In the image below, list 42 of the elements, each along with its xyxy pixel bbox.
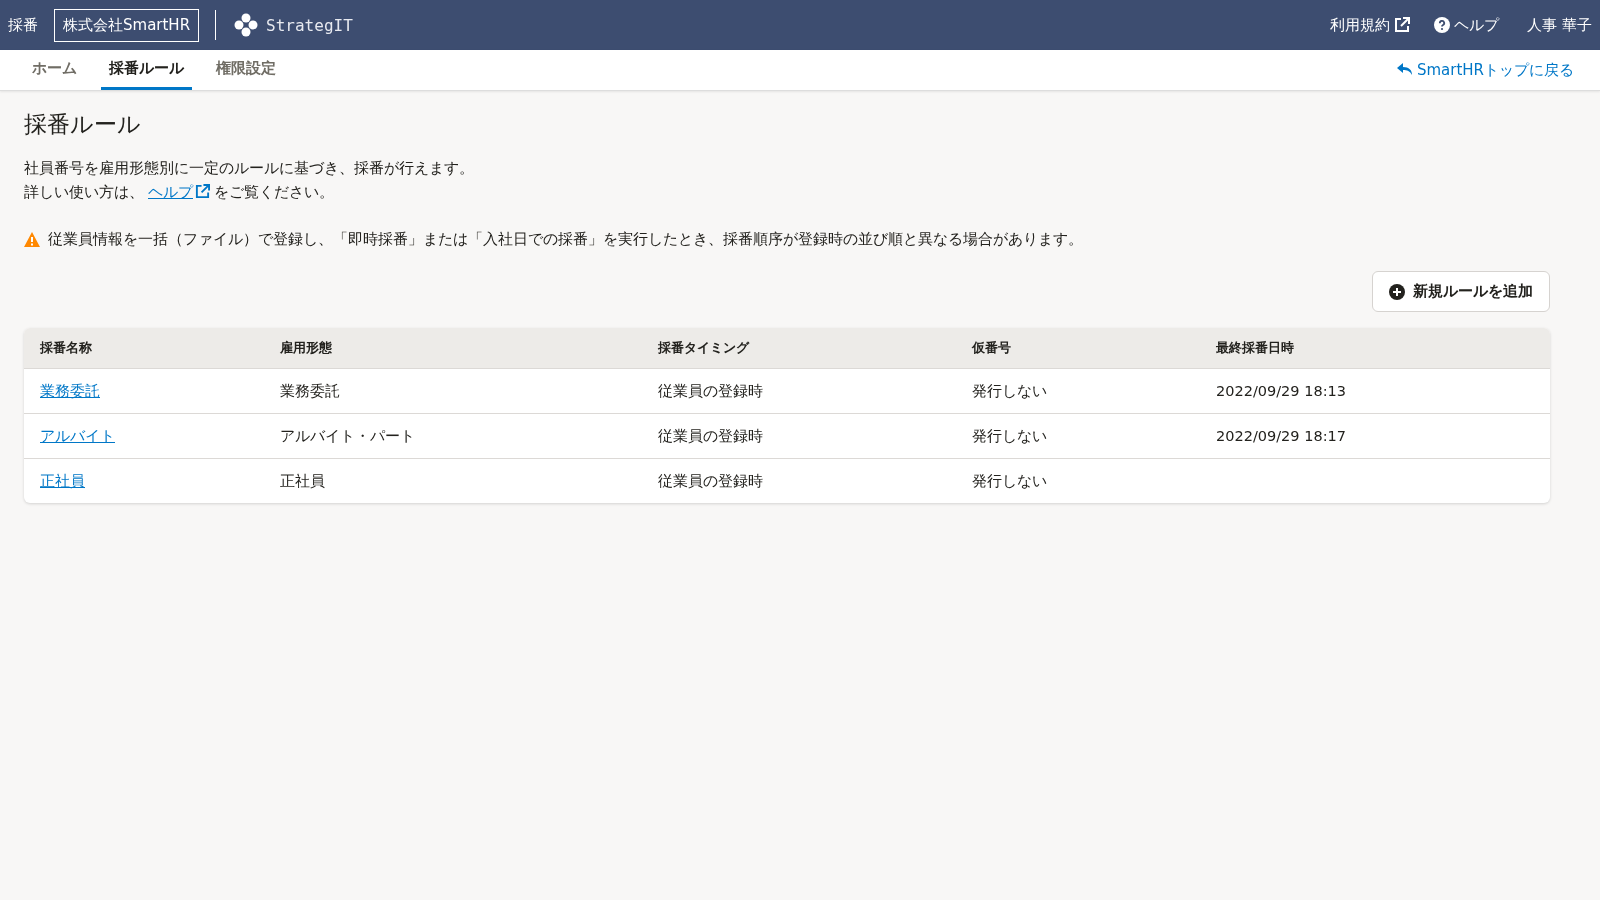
column-header: 採番タイミング: [658, 339, 751, 357]
help-icon: [1434, 17, 1451, 33]
table-cell: 従業員の登録時: [658, 381, 763, 401]
rule-link[interactable]: 業務委託: [40, 381, 100, 401]
column-header: 仮番号: [972, 339, 1012, 357]
app-name: 採番: [8, 15, 38, 35]
table-cell: 従業員の登録時: [658, 426, 763, 446]
external-link-icon: [195, 184, 210, 199]
nav-tab[interactable]: ホーム: [24, 50, 85, 90]
header-link[interactable]: 利用規約: [1330, 15, 1411, 35]
nav-tab[interactable]: 採番ルール: [101, 50, 192, 90]
table-cell: 業務委託: [280, 381, 340, 401]
table-cell: 2022/09/29 18:13: [1216, 383, 1346, 399]
reply-arrow-icon: [1396, 63, 1413, 77]
page-title: 採番ルール: [24, 110, 142, 139]
plus-circle-icon: [1389, 283, 1405, 300]
table-cell: 従業員の登録時: [658, 471, 763, 491]
column-header: 雇用形態: [280, 339, 333, 357]
external-link-icon: [1394, 17, 1411, 33]
column-header: 採番名称: [40, 339, 93, 357]
logo-text: StrategIT: [266, 15, 353, 35]
table-cell: アルバイト・パート: [280, 426, 415, 446]
table-cell: 正社員: [280, 471, 325, 491]
warning-icon: [24, 232, 40, 247]
back-link[interactable]: SmartHRトップに戻る: [1396, 50, 1574, 90]
logo-icon: [234, 13, 259, 37]
rule-link[interactable]: アルバイト: [40, 426, 115, 446]
rule-link[interactable]: 正社員: [40, 471, 85, 491]
header-link[interactable]: ヘルプ: [1434, 15, 1500, 35]
nav-tab[interactable]: 権限設定: [208, 50, 284, 90]
column-header: 最終採番日時: [1216, 339, 1295, 357]
table-cell: 発行しない: [972, 471, 1047, 491]
add-rule-button[interactable]: 新規ルールを追加: [1372, 271, 1550, 312]
table-cell: 発行しない: [972, 381, 1047, 401]
help-text: 詳しい使い方は、 ヘルプ をご覧ください。: [24, 183, 335, 202]
table-cell: 発行しない: [972, 426, 1047, 446]
user-name[interactable]: 人事 華子: [1527, 15, 1592, 35]
description-text: 社員番号を雇用形態別に一定のルールに基づき、採番が行えます。: [24, 159, 475, 178]
table-cell: 2022/09/29 18:17: [1216, 428, 1346, 444]
company-name: 株式会社SmartHR: [54, 8, 200, 42]
help-link[interactable]: ヘルプ: [148, 184, 210, 200]
warning-text: 従業員情報を一括（ファイル）で登録し、「即時採番」または「入社日での採番」を実行したとき、採番順序が登録時の並び順と異なる場合があります。: [48, 230, 1083, 249]
